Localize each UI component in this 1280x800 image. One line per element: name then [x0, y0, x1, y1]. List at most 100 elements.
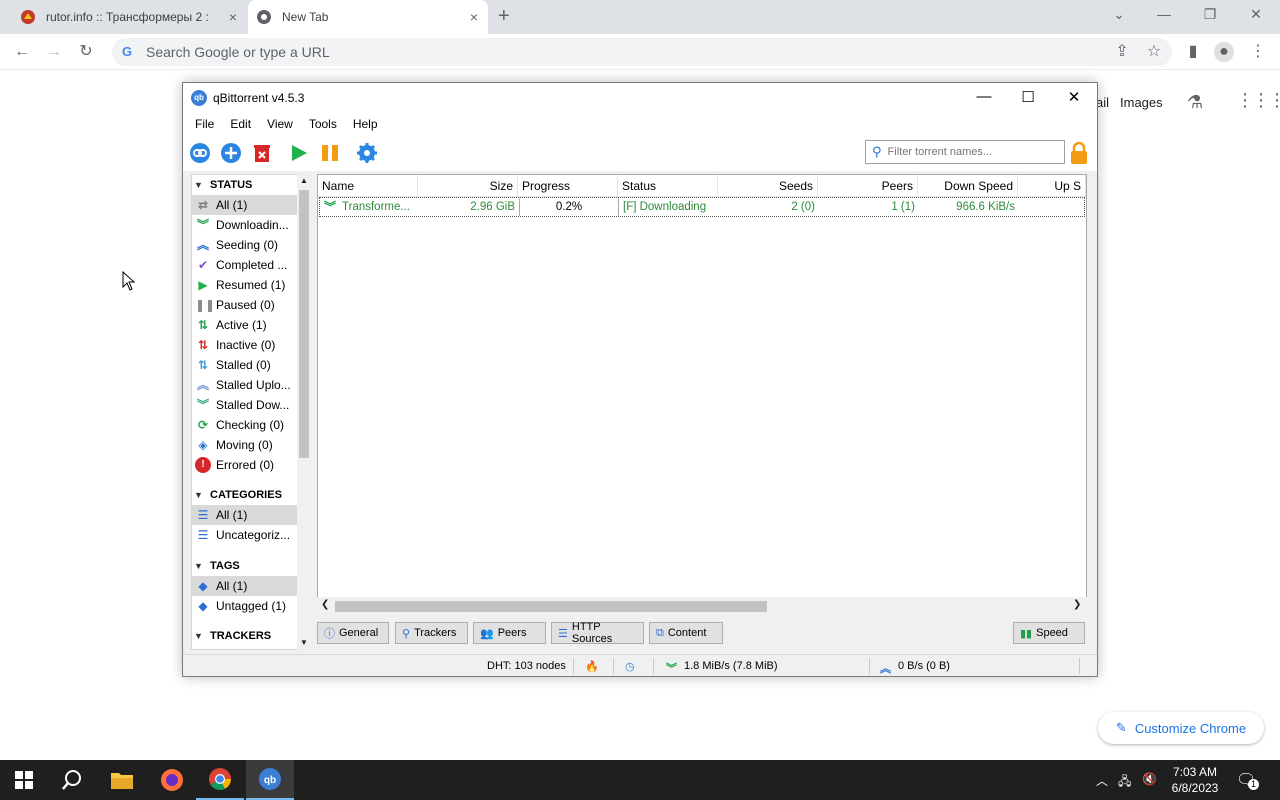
- menu-tools[interactable]: Tools: [301, 117, 345, 131]
- status-item-seeding[interactable]: ︽ Seeding (0): [192, 235, 310, 255]
- col-size[interactable]: Size: [418, 175, 518, 196]
- taskbar-chrome[interactable]: [196, 760, 244, 800]
- reload-icon[interactable]: ↻: [76, 42, 96, 62]
- network-icon[interactable]: 🖧: [1118, 772, 1131, 793]
- system-clock[interactable]: 7:03 AM 6/8/2023: [1160, 764, 1230, 796]
- back-icon[interactable]: ←: [12, 42, 32, 62]
- status-item-stalled-download[interactable]: ︾ Stalled Dow...: [192, 395, 310, 415]
- pause-icon[interactable]: [319, 142, 341, 164]
- resume-play-icon[interactable]: [288, 142, 310, 164]
- tag-item-all[interactable]: ◆ All (1): [192, 576, 310, 596]
- status-item-all[interactable]: ⇄ All (1): [192, 195, 310, 215]
- menu-view[interactable]: View: [259, 117, 301, 131]
- side-panel-icon[interactable]: ▮: [1183, 42, 1203, 62]
- status-item-inactive[interactable]: ⇅ Inactive (0): [192, 335, 310, 355]
- tag-item-untagged[interactable]: ◆ Untagged (1): [192, 596, 310, 616]
- status-item-errored[interactable]: ! Errored (0): [192, 455, 310, 475]
- tab-http-sources[interactable]: ☰ HTTP Sources: [551, 621, 644, 645]
- tab-search-icon[interactable]: ⌄: [1109, 6, 1129, 23]
- scrollbar-thumb[interactable]: [335, 601, 767, 612]
- status-item-completed[interactable]: ✔ Completed ...: [192, 255, 310, 275]
- scrollbar-thumb[interactable]: [299, 190, 309, 458]
- col-seeds[interactable]: Seeds: [718, 175, 818, 196]
- menu-file[interactable]: File: [187, 117, 222, 131]
- col-peers[interactable]: Peers: [818, 175, 918, 196]
- trackers-section-header[interactable]: ▼ TRACKERS: [192, 626, 310, 646]
- taskbar-firefox[interactable]: [148, 760, 196, 800]
- col-status[interactable]: Status: [618, 175, 718, 196]
- menu-edit[interactable]: Edit: [222, 117, 259, 131]
- qbt-maximize-icon[interactable]: ☐: [1013, 88, 1043, 106]
- close-tab-icon[interactable]: ×: [466, 9, 482, 25]
- status-section-header[interactable]: ▼ STATUS: [192, 175, 310, 195]
- new-tab-button[interactable]: +: [498, 6, 510, 26]
- qbt-close-icon[interactable]: ✕: [1059, 88, 1089, 106]
- col-up-speed[interactable]: Up S: [1018, 175, 1086, 196]
- close-window-icon[interactable]: ✕: [1246, 6, 1266, 23]
- add-torrent-icon[interactable]: [220, 142, 242, 164]
- tags-section-header[interactable]: ▼ TAGS: [192, 556, 310, 576]
- table-row[interactable]: ︾ Transforme... 2.96 GiB 0.2% [F] Downlo…: [319, 197, 1085, 217]
- start-button[interactable]: [0, 760, 48, 800]
- scroll-down-icon[interactable]: ▼: [300, 638, 308, 647]
- add-link-icon[interactable]: [189, 142, 211, 164]
- qbt-minimize-icon[interactable]: —: [969, 88, 999, 105]
- taskbar-qbittorrent[interactable]: qb: [246, 760, 294, 800]
- category-item-all[interactable]: ☰ All (1): [192, 505, 310, 525]
- tab-peers[interactable]: 👥 Peers: [473, 622, 546, 644]
- customize-chrome-button[interactable]: ✎ Customize Chrome: [1098, 712, 1264, 744]
- categories-section-header[interactable]: ▼ CATEGORIES: [192, 485, 310, 505]
- status-item-resumed[interactable]: ▶ Resumed (1): [192, 275, 310, 295]
- status-item-stalled-upload[interactable]: ︽ Stalled Uplo...: [192, 375, 310, 395]
- upload-speed[interactable]: 0 B/s (0 B): [898, 660, 950, 672]
- download-speed[interactable]: 1.8 MiB/s (7.8 MiB): [684, 660, 778, 672]
- col-name[interactable]: Name: [318, 175, 418, 196]
- col-down-speed[interactable]: Down Speed: [918, 175, 1018, 196]
- bookmark-star-icon[interactable]: ☆: [1144, 42, 1164, 62]
- tab-content[interactable]: ⧉ Content: [649, 622, 723, 644]
- tab-general[interactable]: ⓘ General: [317, 622, 389, 644]
- scroll-up-icon[interactable]: ▲: [300, 176, 308, 185]
- close-tab-icon[interactable]: ×: [225, 9, 241, 25]
- taskbar-file-explorer[interactable]: [98, 760, 146, 800]
- profile-avatar-icon[interactable]: ●: [1214, 42, 1234, 62]
- connection-status-icon[interactable]: 🔥: [585, 660, 599, 673]
- lock-icon[interactable]: [1069, 141, 1089, 165]
- status-item-active[interactable]: ⇅ Active (1): [192, 315, 310, 335]
- qbt-titlebar[interactable]: qb qBittorrent v4.5.3 — ☐ ✕: [183, 83, 1097, 113]
- status-item-checking[interactable]: ⟳ Checking (0): [192, 415, 310, 435]
- settings-gear-icon[interactable]: [356, 142, 378, 164]
- col-progress[interactable]: Progress: [518, 175, 618, 196]
- scroll-left-icon[interactable]: ❮: [321, 599, 329, 610]
- status-item-downloading[interactable]: ︾ Downloadin...: [192, 215, 310, 235]
- forward-icon[interactable]: →: [44, 42, 64, 62]
- scroll-right-icon[interactable]: ❯: [1073, 599, 1081, 610]
- tab-trackers[interactable]: ⚲ Trackers: [395, 622, 468, 644]
- chrome-menu-icon[interactable]: ⋮: [1248, 42, 1268, 62]
- delete-torrent-icon[interactable]: [251, 142, 273, 164]
- filter-field[interactable]: [887, 146, 1058, 158]
- speed-button[interactable]: ▮▮ Speed: [1013, 622, 1085, 644]
- alt-speed-icon[interactable]: ◷: [625, 660, 635, 673]
- sidebar-scrollbar[interactable]: ▲ ▼: [297, 174, 311, 650]
- table-horizontal-scrollbar[interactable]: ❮ ❯: [317, 597, 1087, 615]
- share-icon[interactable]: ⇪: [1112, 42, 1132, 62]
- labs-flask-icon[interactable]: ⚗: [1187, 92, 1203, 113]
- status-item-paused[interactable]: ❚❚ Paused (0): [192, 295, 310, 315]
- minimize-icon[interactable]: —: [1154, 6, 1174, 22]
- tab-new-tab[interactable]: New Tab ×: [248, 0, 488, 34]
- show-hidden-icons[interactable]: ︿: [1096, 772, 1108, 789]
- volume-muted-icon[interactable]: 🔇: [1142, 772, 1157, 786]
- search-button[interactable]: [48, 760, 96, 800]
- status-item-moving[interactable]: ◈ Moving (0): [192, 435, 310, 455]
- tab-rutor[interactable]: rutor.info :: Трансформеры 2 : М ×: [12, 0, 247, 34]
- filter-torrents-input[interactable]: ⚲: [865, 140, 1065, 164]
- menu-help[interactable]: Help: [345, 117, 386, 131]
- images-link[interactable]: Images: [1120, 95, 1163, 110]
- category-item-uncategorized[interactable]: ☰ Uncategoriz...: [192, 525, 310, 545]
- omnibox[interactable]: G Search Google or type a URL: [112, 38, 1172, 66]
- apps-grid-icon[interactable]: ⋮⋮⋮: [1236, 90, 1280, 111]
- restore-icon[interactable]: ❐: [1200, 6, 1220, 23]
- notification-center-button[interactable]: 🗨 1: [1236, 770, 1259, 790]
- status-item-stalled[interactable]: ⇅ Stalled (0): [192, 355, 310, 375]
